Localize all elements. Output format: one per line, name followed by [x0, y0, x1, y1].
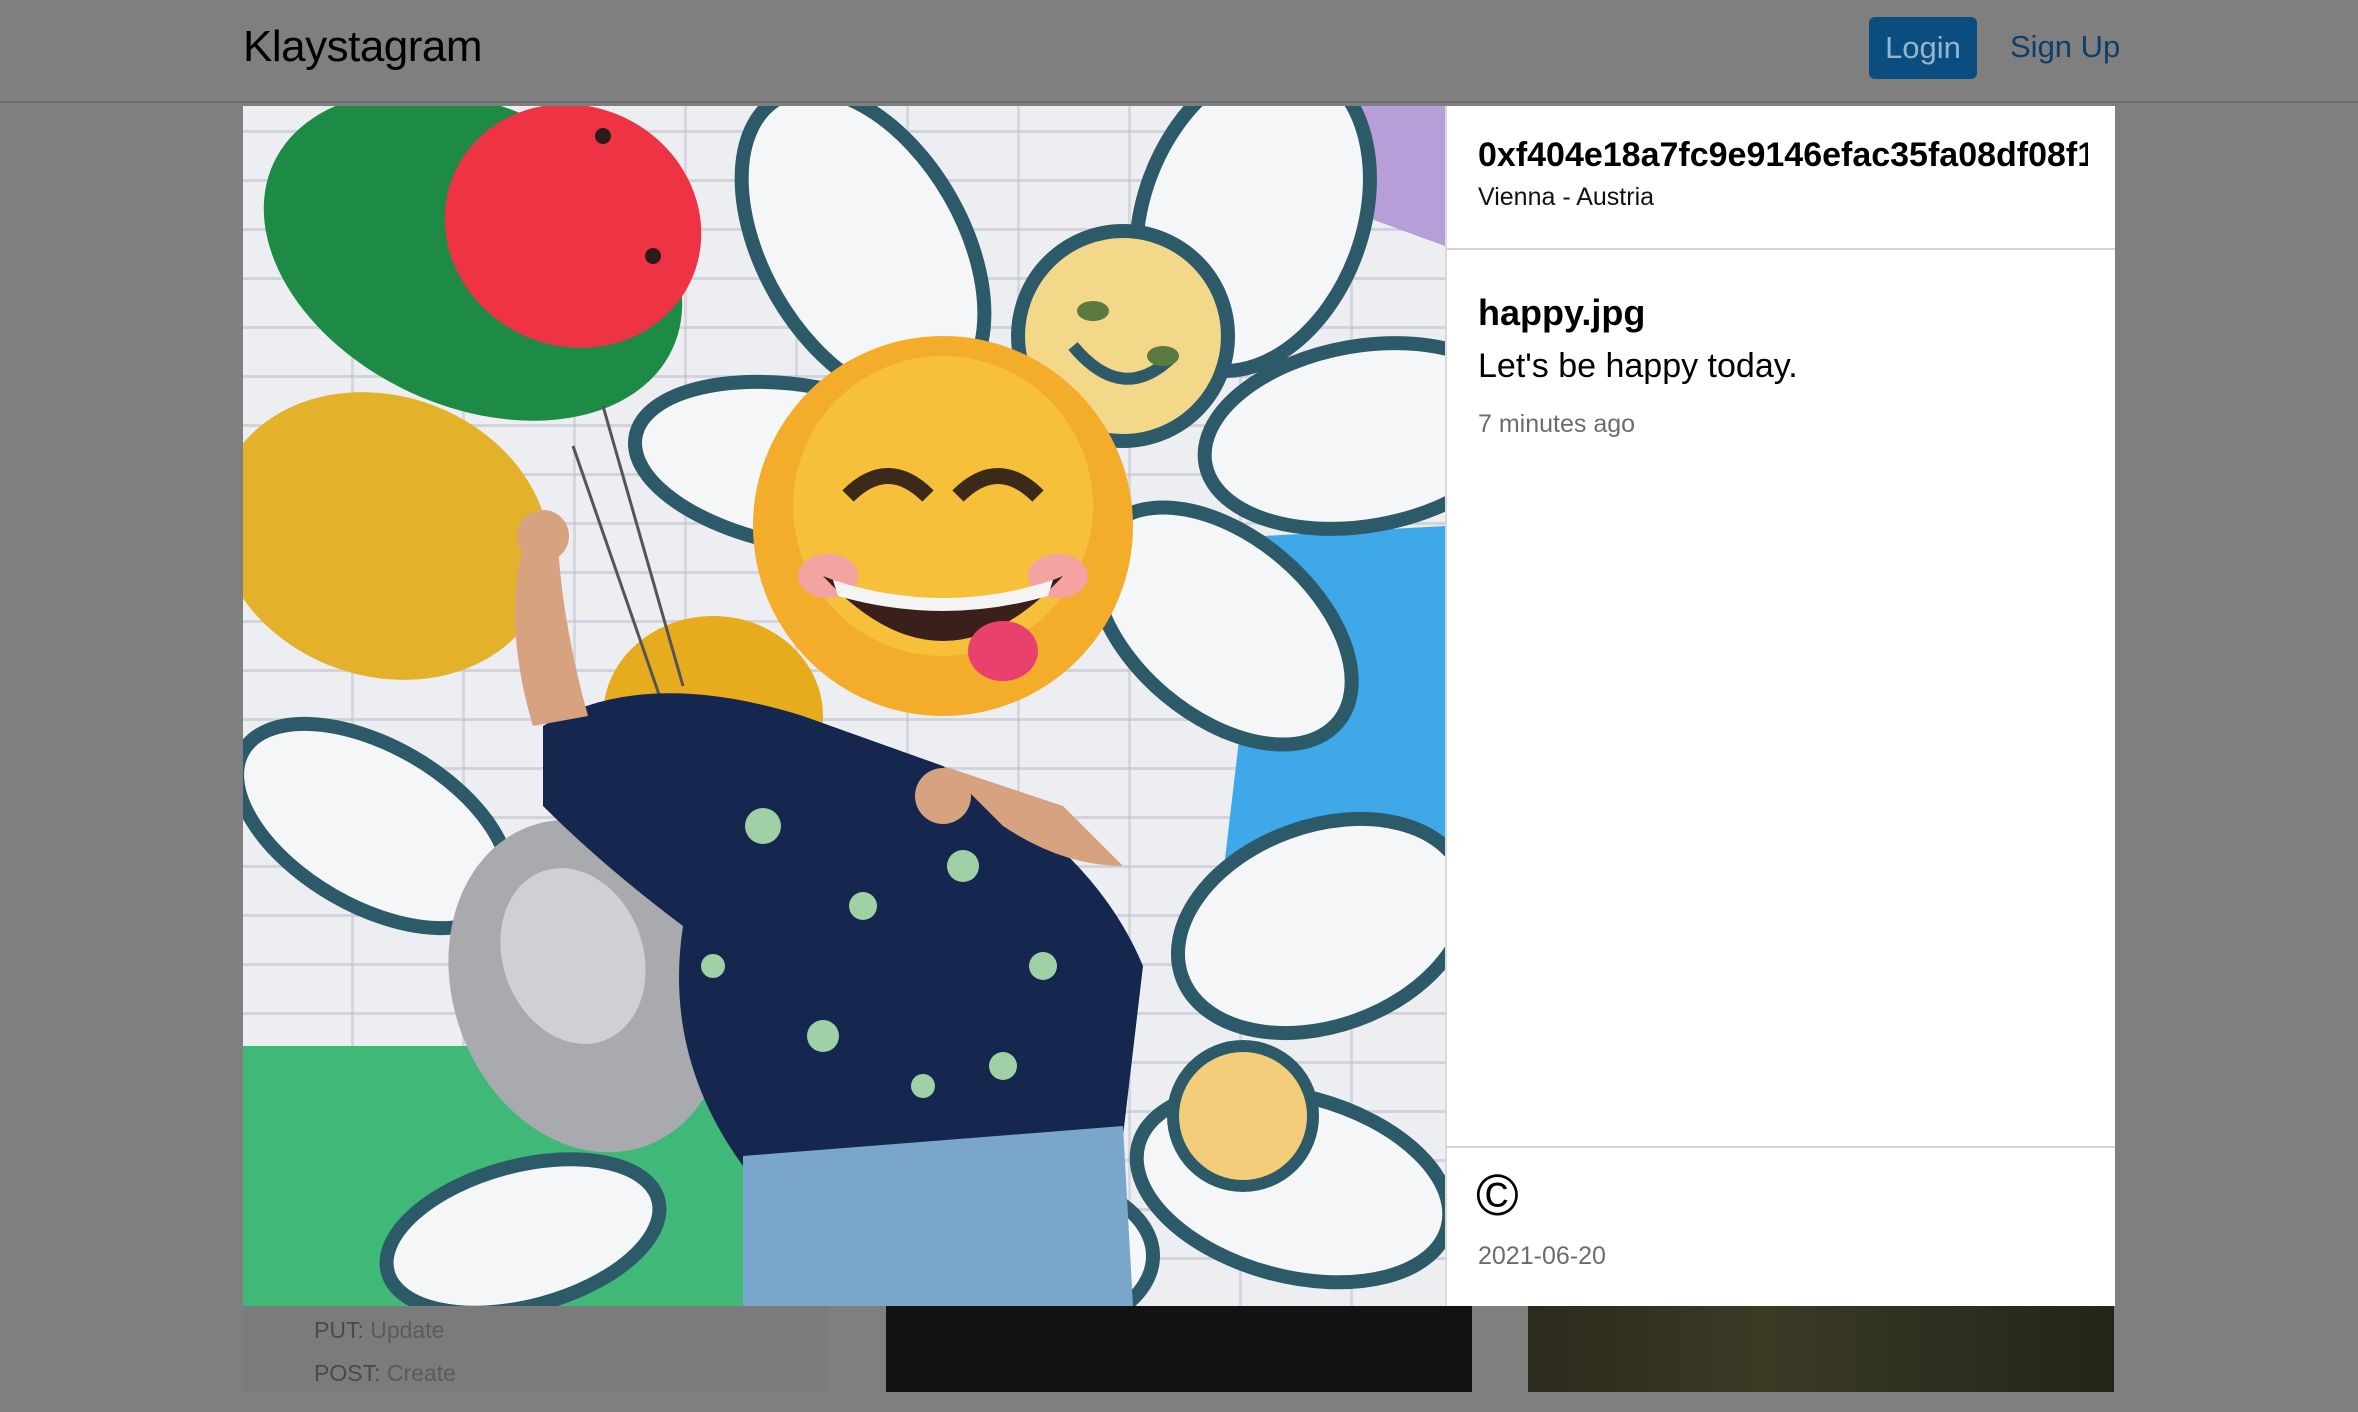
api-method: POST: — [314, 1360, 381, 1386]
brand-logo[interactable]: Klaystagram — [243, 22, 483, 72]
photo-illustration — [243, 106, 1445, 1306]
owner-address[interactable]: 0xf404e18a7fc9e9146efac35fa08df08f1... — [1478, 136, 2088, 175]
api-action: Update — [370, 1317, 445, 1343]
photo-title: happy.jpg — [1478, 292, 1646, 333]
photo-info-panel: 0xf404e18a7fc9e9146efac35fa08df08f1... V… — [1445, 106, 2115, 1306]
api-line-post: POST: Create — [314, 1360, 456, 1387]
photo-owner-header: 0xf404e18a7fc9e9146efac35fa08df08f1... V… — [1447, 106, 2115, 250]
photo-image[interactable] — [243, 106, 1445, 1306]
signup-link[interactable]: Sign Up — [2010, 29, 2120, 65]
copyright-section: © 2021-06-20 — [1447, 1146, 2115, 1306]
api-line-put: PUT: Update — [314, 1317, 444, 1344]
api-action: Create — [386, 1360, 456, 1386]
feed-card-photo — [886, 1306, 1472, 1392]
photo-timestamp: 7 minutes ago — [1478, 410, 1636, 438]
copyright-icon[interactable]: © — [1476, 1167, 1528, 1225]
login-button[interactable]: Login — [1869, 17, 1977, 79]
photo-location: Vienna - Austria — [1478, 183, 1655, 211]
issue-date: 2021-06-20 — [1478, 1242, 1606, 1270]
top-navbar: Klaystagram Login Sign Up — [0, 0, 2358, 103]
photo-detail-modal: 0xf404e18a7fc9e9146efac35fa08df08f1... V… — [243, 106, 2115, 1306]
api-method: PUT: — [314, 1317, 364, 1343]
feed-card-photo — [1528, 1306, 2114, 1392]
photo-description: Let's be happy today. — [1478, 347, 1798, 385]
